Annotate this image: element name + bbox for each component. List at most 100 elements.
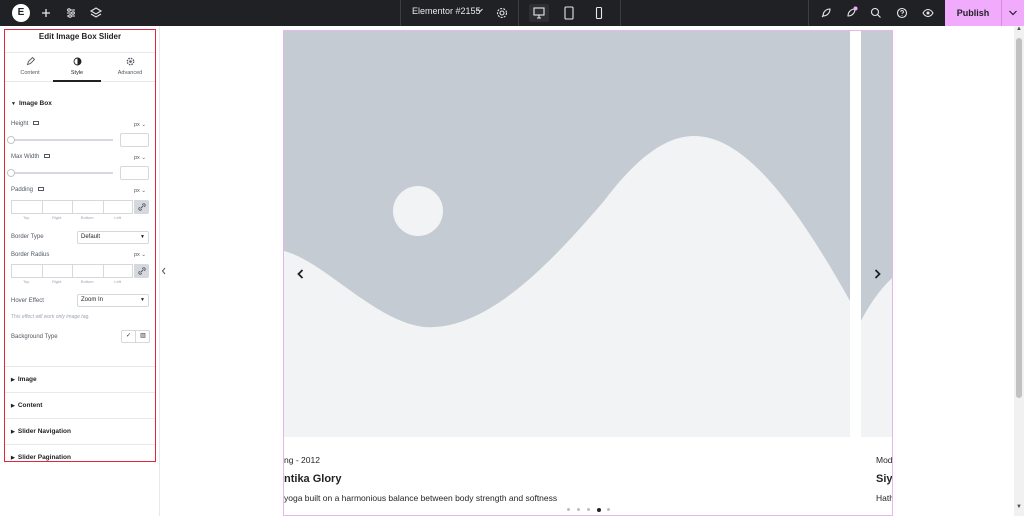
section-slider-pagination[interactable]: ▶ Slider Pagination xyxy=(5,444,155,470)
radius-bottom-input[interactable] xyxy=(73,265,104,277)
radius-right-input[interactable] xyxy=(43,265,73,277)
tab-advanced[interactable]: Advanced xyxy=(105,53,155,82)
padding-unit-select[interactable]: px ⌄ xyxy=(134,188,146,194)
scrollbar-thumb[interactable] xyxy=(1016,38,1022,398)
chevron-right-icon xyxy=(874,269,881,279)
elementor-logo-icon[interactable]: E xyxy=(12,4,30,22)
hover-effect-select[interactable]: Zoom In ▼ xyxy=(77,294,149,307)
settings-sliders-icon[interactable] xyxy=(63,5,79,21)
notification-icon[interactable] xyxy=(843,5,859,21)
pagination-dot[interactable] xyxy=(577,508,580,511)
desktop-icon xyxy=(44,154,51,159)
max-width-unit-select[interactable]: px ⌄ xyxy=(134,155,146,161)
link-icon xyxy=(137,203,146,211)
caret-right-icon: ▶ xyxy=(11,403,15,409)
height-unit-select[interactable]: px ⌄ xyxy=(134,122,146,128)
slide-title: ntika Glory xyxy=(284,473,342,485)
eye-icon[interactable] xyxy=(920,5,936,21)
padding-label: Padding xyxy=(11,187,45,193)
add-icon[interactable] xyxy=(38,5,54,21)
height-slider[interactable] xyxy=(11,139,113,141)
image-placeholder-icon xyxy=(284,31,850,437)
tab-label: Style xyxy=(70,70,84,76)
radius-top-input[interactable] xyxy=(12,265,43,277)
border-radius-label: Border Radius xyxy=(11,252,50,258)
document-title[interactable]: Elementor #2155 xyxy=(412,6,481,16)
panel-tabs: Content Style Advanced xyxy=(5,52,155,82)
tab-label: Advanced xyxy=(117,70,143,76)
slide-description: yoga built on a harmonious balance betwe… xyxy=(284,493,558,503)
tab-label: Content xyxy=(20,70,40,76)
image-box-slider-widget[interactable]: ng - 2012 ntika Glory yoga built on a ha… xyxy=(283,30,893,516)
pagination-dot[interactable] xyxy=(607,508,610,511)
divider xyxy=(808,0,809,26)
section-title: Slider Pagination xyxy=(17,454,71,461)
section-title: Image Box xyxy=(18,100,52,107)
dim-label-left: Left xyxy=(114,215,122,220)
publish-options-button[interactable] xyxy=(1001,0,1024,26)
brush-icon[interactable]: ✓ xyxy=(122,331,136,342)
height-input[interactable] xyxy=(120,133,149,147)
panel-title: Edit Image Box Slider xyxy=(38,32,122,41)
mobile-icon[interactable] xyxy=(589,4,609,22)
scroll-down-icon[interactable]: ▼ xyxy=(1014,504,1024,514)
tab-style[interactable]: Style xyxy=(53,53,101,82)
collapse-panel-button[interactable] xyxy=(160,262,168,280)
section-image[interactable]: ▶ Image xyxy=(5,366,155,392)
max-width-slider[interactable] xyxy=(11,172,113,174)
height-slider-handle[interactable] xyxy=(7,136,15,144)
rocket-icon[interactable] xyxy=(818,5,834,21)
tab-content[interactable]: Content xyxy=(5,53,55,82)
next-slide-meta: Mod xyxy=(876,455,893,465)
chevron-left-icon xyxy=(297,269,304,279)
pagination-dot[interactable] xyxy=(567,508,570,511)
section-title: Content xyxy=(17,402,43,409)
section-header: ▶ Slider Navigation xyxy=(11,428,71,435)
padding-inputs xyxy=(11,200,133,214)
gradient-icon[interactable]: ▥ xyxy=(136,331,150,342)
layers-icon[interactable] xyxy=(88,5,104,21)
scroll-up-icon[interactable]: ▲ xyxy=(1014,26,1024,36)
section-slider-navigation[interactable]: ▶ Slider Navigation xyxy=(5,418,155,444)
pencil-icon xyxy=(5,56,55,68)
caret-down-icon: ▼ xyxy=(140,234,145,240)
search-icon[interactable] xyxy=(868,5,884,21)
help-icon[interactable] xyxy=(894,5,910,21)
border-type-select[interactable]: Default ▼ xyxy=(77,231,149,244)
link-values-button[interactable] xyxy=(134,200,149,214)
padding-top-input[interactable] xyxy=(12,201,43,213)
canvas-scrollbar[interactable]: ▲ ▼ xyxy=(1014,26,1024,516)
chevron-down-icon[interactable] xyxy=(476,6,484,16)
radius-left-input[interactable] xyxy=(104,265,135,277)
link-values-button[interactable] xyxy=(134,264,149,278)
section-image-box-header[interactable]: ▼ Image Box xyxy=(11,100,52,107)
tablet-icon[interactable] xyxy=(559,4,579,22)
section-title: Slider Navigation xyxy=(17,428,71,435)
section-header: ▶ Image xyxy=(11,376,37,383)
border-radius-unit-select[interactable]: px ⌄ xyxy=(134,252,146,258)
background-type-label: Background Type xyxy=(11,334,58,340)
height-label: Height xyxy=(11,121,40,127)
chevron-down-icon xyxy=(1009,10,1017,16)
link-icon xyxy=(137,267,146,275)
desktop-icon[interactable] xyxy=(529,4,549,22)
padding-left-input[interactable] xyxy=(104,201,135,213)
dim-label-right: Right xyxy=(52,279,62,284)
chevron-left-icon xyxy=(161,267,166,275)
caret-down-icon: ▼ xyxy=(140,297,145,303)
max-width-slider-handle[interactable] xyxy=(7,169,15,177)
background-type-toggle: ✓ ▥ xyxy=(121,330,150,343)
padding-bottom-input[interactable] xyxy=(73,201,104,213)
gear-icon[interactable] xyxy=(494,5,510,21)
pagination-dot-active[interactable] xyxy=(596,507,601,512)
section-header: ▶ Slider Pagination xyxy=(11,454,71,461)
pagination-dot[interactable] xyxy=(587,508,590,511)
section-content[interactable]: ▶ Content xyxy=(5,392,155,418)
slider-next-arrow[interactable] xyxy=(872,268,882,283)
padding-right-input[interactable] xyxy=(43,201,73,213)
slider-prev-arrow[interactable] xyxy=(296,268,306,283)
border-type-label: Border Type xyxy=(11,234,44,240)
publish-button[interactable]: Publish xyxy=(945,0,1001,26)
max-width-input[interactable] xyxy=(120,166,149,180)
divider xyxy=(400,0,401,26)
